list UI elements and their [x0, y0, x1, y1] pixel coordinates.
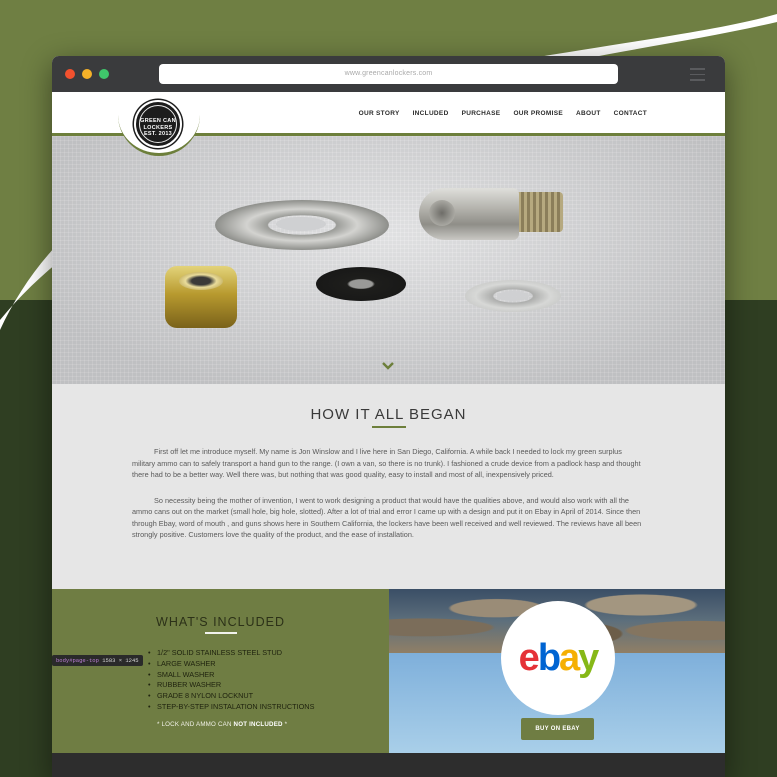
rubber-washer-image	[316, 267, 406, 301]
maximize-window-button[interactable]	[99, 69, 109, 79]
small-washer-image	[465, 280, 561, 312]
hero-product-image	[52, 136, 725, 384]
browser-toolbar: www.greencanlockers.com	[52, 56, 725, 92]
hero-shading	[52, 136, 725, 384]
nav-contact[interactable]: CONTACT	[614, 110, 647, 117]
devtools-selector: body#page-top	[56, 657, 99, 664]
nav-included[interactable]: INCLUDED	[413, 110, 449, 117]
story-paragraph-2: So necessity being the mother of inventi…	[132, 495, 642, 540]
close-window-button[interactable]	[65, 69, 75, 79]
ebay-letter-a: a	[559, 636, 580, 679]
footer-strip	[52, 753, 725, 777]
stainless-stud-image	[419, 178, 563, 242]
story-paragraph-1: First off let me introduce myself. My na…	[132, 447, 641, 479]
stud-thread	[515, 192, 563, 232]
included-underline	[204, 632, 237, 634]
purchase-row: body#page-top 1583 × 1245 WHAT'S INCLUDE…	[52, 589, 725, 753]
buy-on-ebay-button[interactable]: BUY ON EBAY	[521, 718, 594, 740]
browser-window: www.greencanlockers.com GREEN CAN LOCKER…	[52, 56, 725, 777]
main-nav: OUR STORY INCLUDED PURCHASE OUR PROMISE …	[359, 110, 647, 117]
ebay-letter-e: e	[518, 636, 540, 679]
ebay-logo[interactable]: ebay	[501, 601, 615, 715]
section-title: HOW IT ALL BEGAN	[310, 406, 467, 423]
note-bold: NOT INCLUDED	[233, 720, 283, 728]
minimize-window-button[interactable]	[82, 69, 92, 79]
nav-about[interactable]: ABOUT	[576, 110, 601, 117]
large-washer-image	[215, 200, 389, 250]
locknut-image	[165, 266, 237, 328]
list-item: 1/2" SOLID STAINLESS STEEL STUD	[148, 648, 389, 659]
list-item: STEP-BY-STEP INSTALATION INSTRUCTIONS	[148, 702, 389, 713]
chevron-down-icon[interactable]	[382, 360, 394, 372]
devtools-size: 1583 × 1245	[102, 657, 139, 664]
site-logo[interactable]: GREEN CAN LOCKERS EST. 2013	[134, 100, 182, 148]
logo-line-3: EST. 2013	[143, 131, 173, 137]
not-included-note: * LOCK AND AMMO CAN NOT INCLUDED *	[157, 721, 389, 728]
included-list: 1/2" SOLID STAINLESS STEEL STUD LARGE WA…	[148, 648, 389, 713]
stud-hole	[429, 200, 455, 226]
included-section: body#page-top 1583 × 1245 WHAT'S INCLUDE…	[52, 589, 389, 753]
nav-our-story[interactable]: OUR STORY	[359, 110, 400, 117]
purchase-section: ebay BUY ON EBAY	[389, 589, 725, 753]
site-header: GREEN CAN LOCKERS EST. 2013 OUR STORY IN…	[52, 92, 725, 156]
ebay-letter-b: b	[537, 636, 561, 679]
our-story-section: HOW IT ALL BEGAN First off let me introd…	[52, 384, 725, 589]
nav-purchase[interactable]: PURCHASE	[462, 110, 501, 117]
list-item: RUBBER WASHER	[148, 680, 389, 691]
note-prefix: * LOCK AND AMMO CAN	[157, 720, 234, 728]
list-item: SMALL WASHER	[148, 670, 389, 681]
hamburger-menu-icon[interactable]	[690, 68, 705, 81]
address-bar[interactable]: www.greencanlockers.com	[159, 64, 618, 84]
list-item: GRADE 8 NYLON LOCKNUT	[148, 691, 389, 702]
ebay-letter-y: y	[578, 636, 599, 679]
logo-text: GREEN CAN LOCKERS EST. 2013	[136, 118, 180, 138]
title-underline	[371, 426, 406, 428]
logo-line-1: GREEN CAN	[140, 118, 176, 124]
nav-our-promise[interactable]: OUR PROMISE	[513, 110, 563, 117]
list-item: LARGE WASHER	[148, 659, 389, 670]
devtools-tooltip: body#page-top 1583 × 1245	[52, 655, 143, 666]
note-suffix: *	[282, 720, 288, 728]
included-title: WHAT'S INCLUDED	[156, 615, 285, 629]
